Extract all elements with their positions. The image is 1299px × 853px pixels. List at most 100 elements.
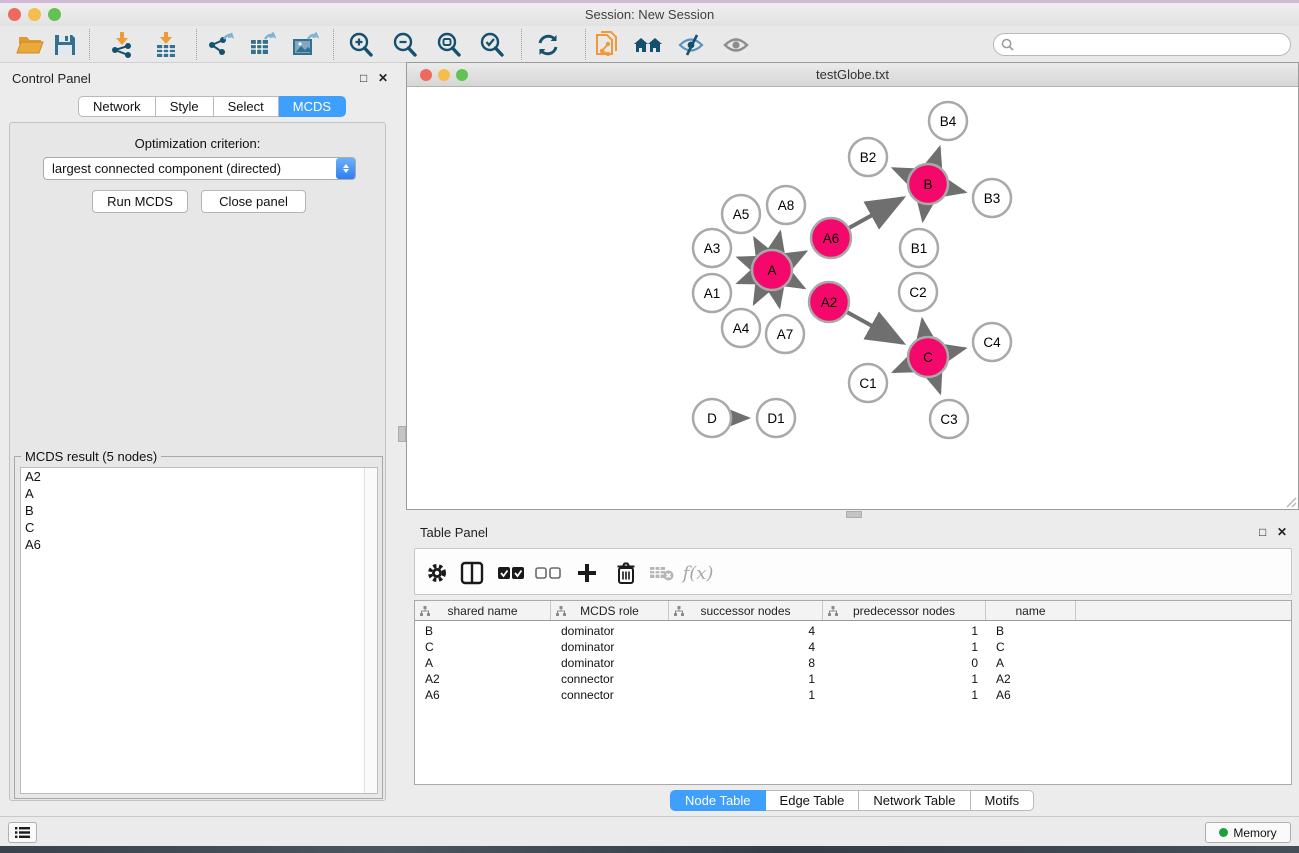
graph-edge-A-A5[interactable] [755,238,762,251]
graph-edge-A-A4[interactable] [754,289,762,304]
graph-node-label: A6 [823,231,840,246]
tab-mcds[interactable]: MCDS [279,96,346,117]
tab-edge-table[interactable]: Edge Table [766,790,860,811]
tab-network-table[interactable]: Network Table [859,790,970,811]
optimization-criterion-select[interactable]: largest connected component (directed) [43,157,356,180]
delete-table-icon[interactable] [647,558,677,588]
column-header[interactable]: predecessor nodes [823,601,986,620]
close-view-button[interactable] [420,69,432,81]
graph-node-label: A7 [777,327,794,342]
column-header[interactable]: shared name [415,601,551,620]
graph-edge-A-A2[interactable] [790,280,803,288]
graph-edge-A-A8[interactable] [776,232,780,249]
network-window-titlebar[interactable]: testGlobe.txt [407,63,1298,87]
import-table-icon[interactable] [149,30,183,60]
search-input[interactable] [993,33,1291,56]
refresh-icon[interactable] [531,30,565,60]
graph-edge-C-C2[interactable] [922,320,925,337]
tab-select[interactable]: Select [214,96,279,117]
graph-edge-A-A3[interactable] [738,258,752,263]
scrollbar-track[interactable] [364,468,377,793]
graph-node-label: A [767,263,776,278]
zoom-fit-icon[interactable] [432,30,466,60]
maximize-view-button[interactable] [456,69,468,81]
list-item[interactable]: A6 [21,536,377,553]
graph-edge-A6-B[interactable] [849,198,902,228]
deselect-all-icon[interactable] [533,558,563,588]
graph-node-label: C4 [983,335,1001,350]
graph-edge-A-A7[interactable] [776,291,779,307]
float-panel-icon[interactable]: □ [360,71,367,85]
houses-icon[interactable] [631,30,665,60]
hide-eye-icon[interactable] [674,30,708,60]
split-pane-icon[interactable] [457,558,487,588]
gear-icon[interactable] [422,558,452,588]
graph-edge-B-B3[interactable] [949,188,965,192]
export-table-icon[interactable] [245,30,279,60]
minimize-window-button[interactable] [28,8,41,21]
splitter-grip-vertical[interactable] [398,426,406,442]
task-history-button[interactable] [8,822,37,843]
memory-status-icon [1219,828,1228,837]
tab-node-table[interactable]: Node Table [670,790,766,811]
graph-edge-B-B1[interactable] [923,205,925,220]
table-row[interactable]: Adominator80A [415,655,1291,671]
network-file-icon[interactable] [590,30,624,60]
export-image-icon[interactable] [288,30,322,60]
close-panel-icon[interactable]: ✕ [378,71,388,85]
tab-style[interactable]: Style [156,96,214,117]
open-folder-icon[interactable] [13,30,47,60]
zoom-selected-icon[interactable] [475,30,509,60]
zoom-in-icon[interactable] [344,30,378,60]
column-header[interactable]: name [986,601,1076,620]
memory-button[interactable]: Memory [1205,822,1291,843]
node-layer: B4B2BB3A8A5A6A3B1AA1C2A2A4A7C4CC1C3DD1 [693,102,1011,438]
status-bar: Memory [0,816,1299,846]
list-item[interactable]: A2 [21,468,377,485]
save-icon[interactable] [48,30,82,60]
graph-node-label: B3 [984,191,1001,206]
list-item[interactable]: A [21,485,377,502]
resize-grip-icon[interactable] [1285,496,1297,508]
memory-label: Memory [1233,826,1276,840]
mcds-result-list[interactable]: A2 A B C A6 [20,467,378,794]
graph-edge-C-C1[interactable] [894,365,909,372]
table-row[interactable]: Cdominator41C [415,639,1291,655]
maximize-window-button[interactable] [48,8,61,21]
graph-edge-A2-C[interactable] [847,312,902,343]
network-graph-canvas[interactable]: B4B2BB3A8A5A6A3B1AA1C2A2A4A7C4CC1C3DD1 [407,88,1298,509]
graph-edge-C-C3[interactable] [935,377,940,393]
list-item[interactable]: B [21,502,377,519]
column-header[interactable]: MCDS role [551,601,669,620]
tab-network[interactable]: Network [78,96,156,117]
table-row[interactable]: A2connector11A2 [415,671,1291,687]
float-table-panel-icon[interactable]: □ [1259,525,1266,539]
control-panel-tabs: Network Style Select MCDS [78,96,346,117]
splitter-grip-horizontal[interactable] [846,511,862,518]
minimize-view-button[interactable] [438,69,450,81]
tab-motifs[interactable]: Motifs [971,790,1035,811]
graph-edge-A-A6[interactable] [790,252,805,260]
close-panel-button[interactable]: Close panel [201,190,306,213]
graph-edge-B-B4[interactable] [934,148,939,164]
graph-edge-C-C4[interactable] [948,348,964,352]
table-row[interactable]: Bdominator41B [415,623,1291,639]
import-network-icon[interactable] [105,30,139,60]
close-table-panel-icon[interactable]: ✕ [1277,525,1287,539]
select-all-icon[interactable] [496,558,526,588]
add-column-icon[interactable] [572,558,602,588]
show-eye-icon[interactable] [719,30,753,60]
graph-edge-A-A1[interactable] [738,278,752,283]
graph-node-label: D [707,411,717,426]
column-header[interactable]: successor nodes [669,601,823,620]
graph-node-label: B [923,177,932,192]
run-mcds-button[interactable]: Run MCDS [92,190,188,213]
zoom-out-icon[interactable] [388,30,422,60]
close-window-button[interactable] [8,8,21,21]
list-item[interactable]: C [21,519,377,536]
graph-edge-B-B2[interactable] [894,168,909,175]
delete-column-icon[interactable] [611,558,641,588]
function-builder-icon[interactable]: f(x) [683,558,713,588]
export-network-icon[interactable] [203,30,237,60]
table-row[interactable]: A6connector11A6 [415,687,1291,703]
